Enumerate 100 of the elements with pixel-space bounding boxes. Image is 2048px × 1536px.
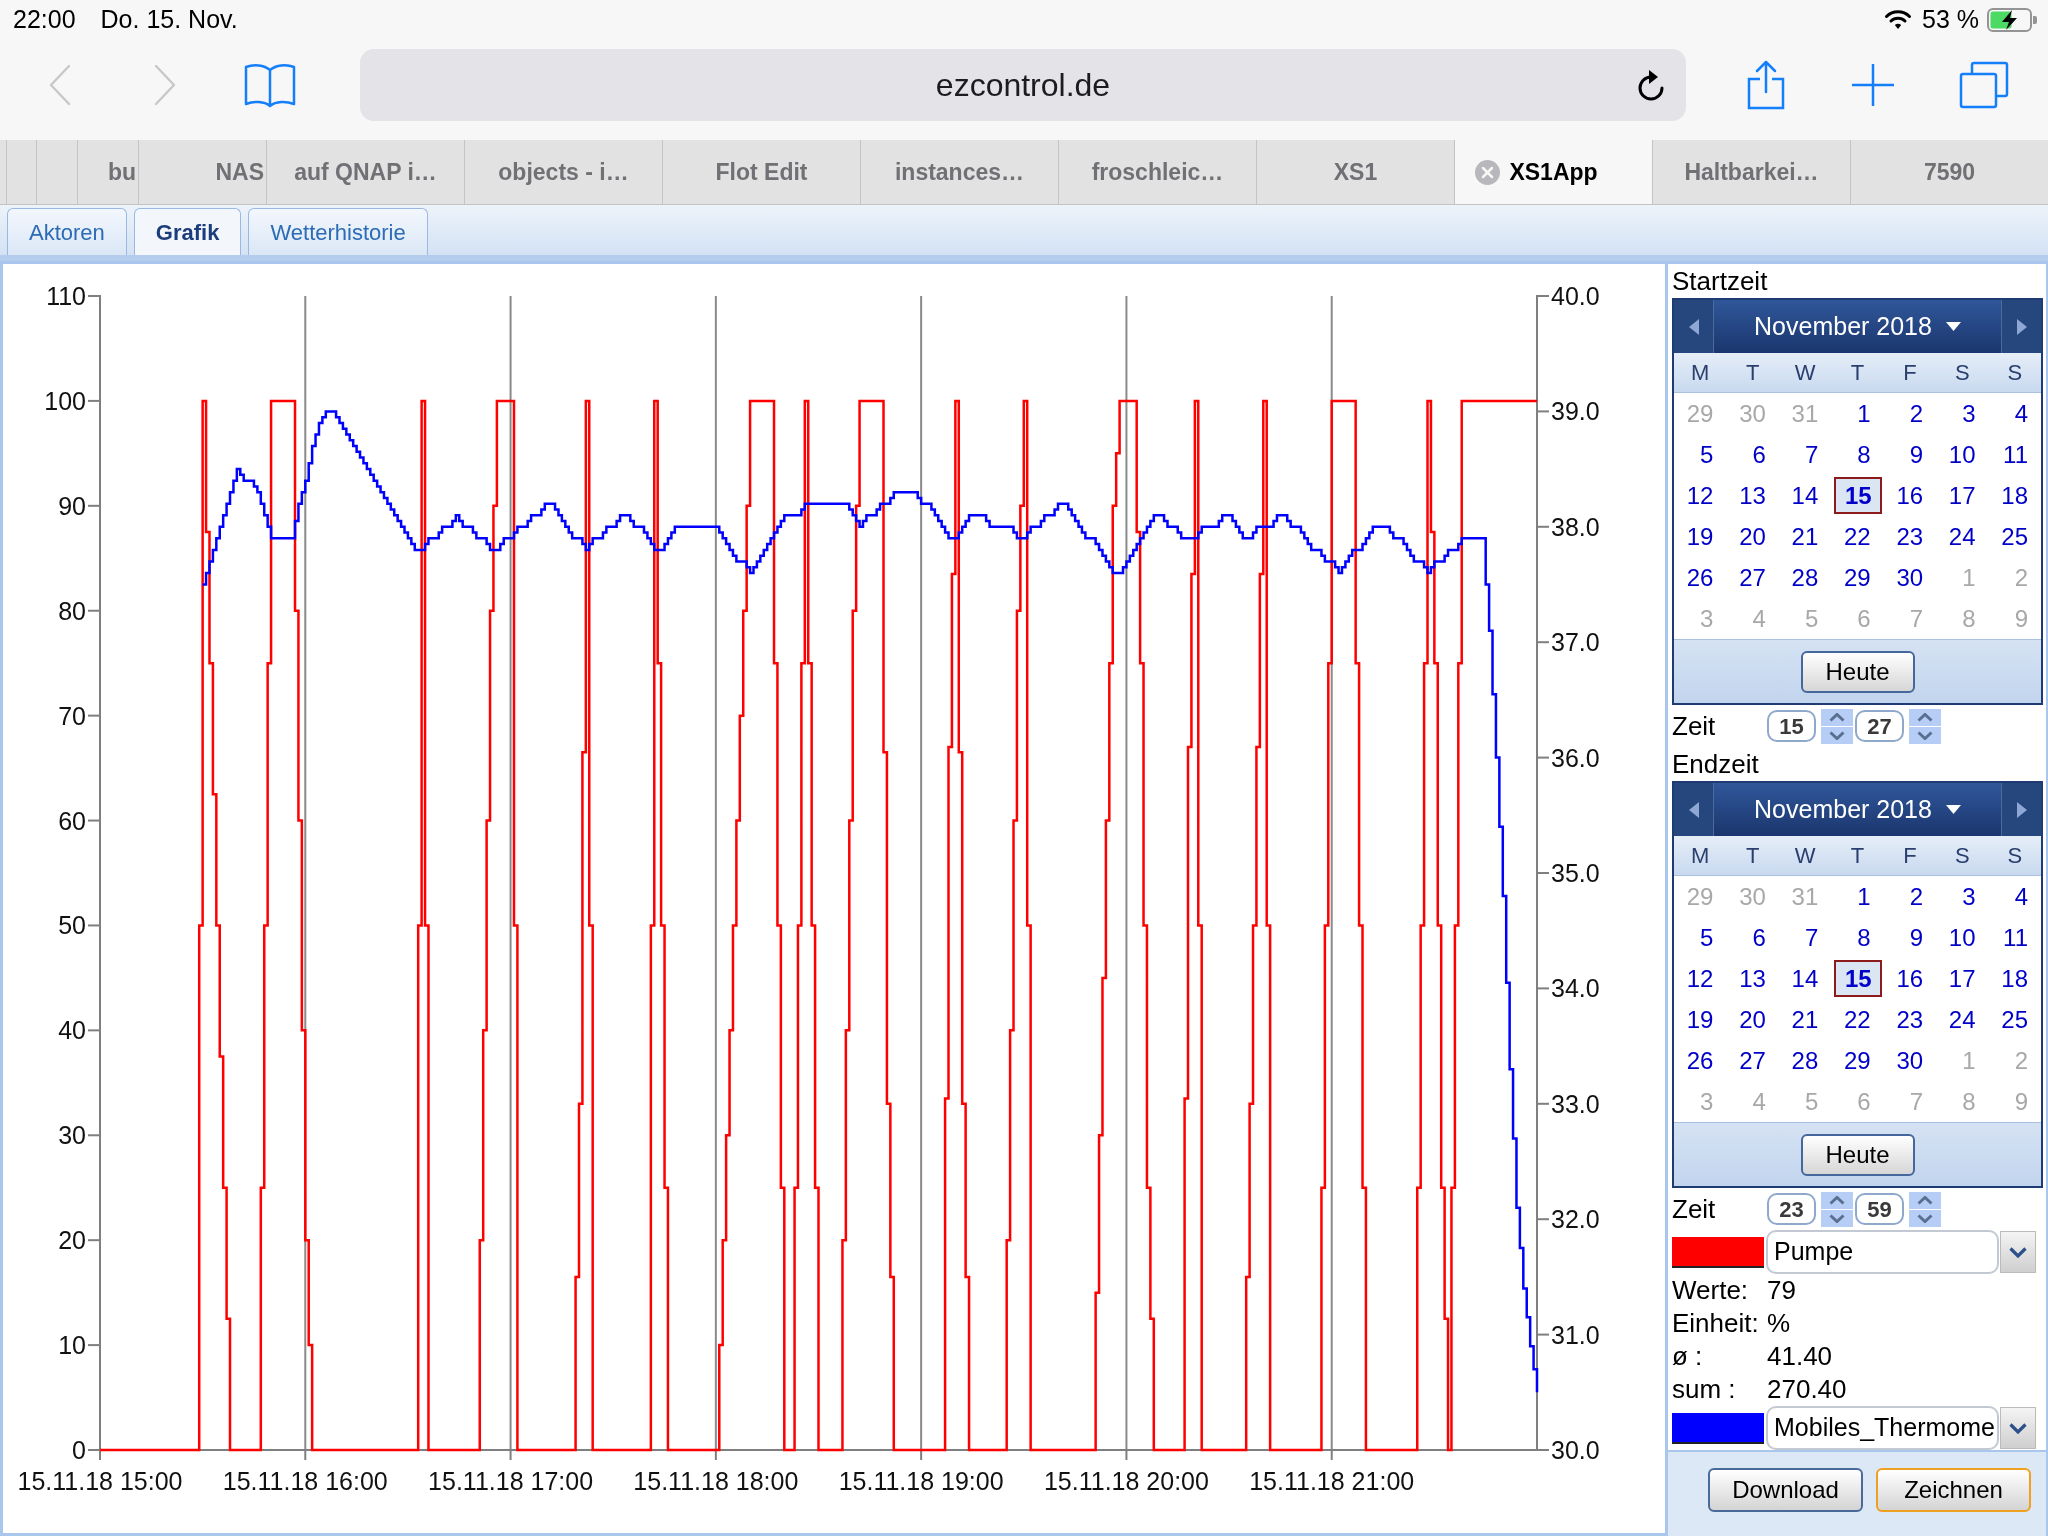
calendar-day[interactable]: 11 — [2003, 436, 2028, 473]
calendar-day[interactable]: 15 — [1833, 960, 1882, 997]
calendar-day[interactable]: 3 — [1962, 395, 1976, 432]
panel-button[interactable]: Download — [1708, 1468, 1863, 1512]
calendar-day[interactable]: 16 — [1896, 477, 1924, 514]
today-button[interactable]: Heute — [1800, 650, 1915, 693]
calendar-day[interactable]: 18 — [2001, 477, 2028, 514]
next-month-button[interactable] — [2001, 783, 2041, 836]
calendar-day[interactable]: 20 — [1739, 1001, 1766, 1038]
calendar-day[interactable]: 12 — [1686, 477, 1714, 514]
calendar-day[interactable]: 17 — [1948, 477, 1976, 514]
calendar-day[interactable]: 9 — [1909, 919, 1924, 956]
calendar-day[interactable]: 30 — [1896, 1042, 1924, 1079]
browser-tab[interactable]: objects - i… — [464, 140, 662, 204]
panel-button[interactable]: Zeichnen — [1876, 1468, 2031, 1512]
calendar-day[interactable]: 2 — [1909, 878, 1924, 915]
decrement-button[interactable] — [1821, 726, 1853, 744]
increment-button[interactable] — [1909, 1191, 1941, 1209]
calendar-day[interactable]: 24 — [1948, 1001, 1976, 1038]
calendar-day[interactable]: 6 — [1752, 436, 1766, 473]
calendar-day[interactable]: 14 — [1791, 477, 1819, 514]
calendar-day[interactable]: 21 — [1791, 518, 1819, 555]
hour-field[interactable]: 23 — [1767, 1193, 1816, 1225]
dropdown-button[interactable] — [2000, 1407, 2036, 1449]
calendar-day[interactable]: 23 — [1896, 518, 1924, 555]
calendar-day[interactable]: 19 — [1686, 1001, 1714, 1038]
calendar-day[interactable]: 2 — [1909, 395, 1924, 432]
increment-button[interactable] — [1909, 708, 1941, 726]
calendar-day[interactable]: 22 — [1844, 1001, 1871, 1038]
share-icon[interactable] — [1746, 60, 1786, 110]
browser-tab[interactable]: bu — [77, 140, 138, 204]
calendar-day[interactable]: 17 — [1948, 960, 1976, 997]
calendar-day[interactable]: 7 — [1804, 919, 1819, 956]
calendar-day[interactable]: 30 — [1896, 559, 1924, 596]
calendar-day[interactable]: 28 — [1791, 1042, 1819, 1079]
browser-tab[interactable]: Haltbarkei… — [1652, 140, 1850, 204]
dropdown-button[interactable] — [2000, 1231, 2036, 1273]
calendar-day[interactable]: 24 — [1948, 518, 1976, 555]
calendar-day[interactable]: 8 — [1857, 436, 1871, 473]
month-dropdown[interactable]: November 2018 — [1714, 783, 2001, 836]
calendar-day[interactable]: 7 — [1804, 436, 1819, 473]
app-tab[interactable]: Grafik — [133, 208, 242, 255]
browser-tab[interactable]: XS1App — [1454, 140, 1652, 204]
calendar-day[interactable]: 10 — [1948, 436, 1976, 473]
increment-button[interactable] — [1821, 1191, 1853, 1209]
calendar-day[interactable]: 5 — [1700, 436, 1714, 473]
calendar-day[interactable]: 4 — [2014, 395, 2028, 432]
calendar-day[interactable]: 27 — [1739, 559, 1766, 596]
reload-icon[interactable] — [1636, 68, 1666, 102]
browser-tab[interactable]: instances… — [860, 140, 1058, 204]
today-button[interactable]: Heute — [1800, 1133, 1915, 1176]
calendar-day[interactable]: 3 — [1962, 878, 1976, 915]
minute-field[interactable]: 27 — [1855, 710, 1904, 742]
calendar-day[interactable]: 10 — [1948, 919, 1976, 956]
squares-icon[interactable] — [1959, 61, 2009, 109]
previous-month-button[interactable] — [1674, 300, 1714, 353]
month-dropdown[interactable]: November 2018 — [1714, 300, 2001, 353]
calendar-day[interactable]: 18 — [2001, 960, 2028, 997]
calendar-day[interactable]: 9 — [1909, 436, 1924, 473]
calendar-day[interactable]: 14 — [1791, 960, 1819, 997]
calendar-day[interactable]: 13 — [1739, 477, 1766, 514]
minute-field[interactable]: 59 — [1855, 1193, 1904, 1225]
next-month-button[interactable] — [2001, 300, 2041, 353]
decrement-button[interactable] — [1821, 1209, 1853, 1227]
calendar-day[interactable]: 28 — [1791, 559, 1819, 596]
calendar-day[interactable]: 25 — [2001, 1001, 2028, 1038]
calendar-day[interactable]: 29 — [1844, 559, 1871, 596]
calendar-day[interactable]: 12 — [1686, 960, 1714, 997]
calendar-day[interactable]: 1 — [1857, 395, 1871, 432]
calendar-day[interactable]: 20 — [1739, 518, 1766, 555]
calendar-day[interactable]: 5 — [1700, 919, 1714, 956]
calendar-day[interactable]: 26 — [1686, 559, 1714, 596]
previous-month-button[interactable] — [1674, 783, 1714, 836]
app-tab[interactable]: Wetterhistorie — [248, 208, 428, 255]
decrement-button[interactable] — [1909, 726, 1941, 744]
plus-icon[interactable] — [1851, 63, 1895, 107]
calendar-day[interactable]: 11 — [2003, 919, 2028, 956]
calendar-day[interactable]: 1 — [1857, 878, 1871, 915]
calendar-day[interactable]: 29 — [1844, 1042, 1871, 1079]
calendar-day[interactable]: 21 — [1791, 1001, 1819, 1038]
calendar-day[interactable]: 23 — [1896, 1001, 1924, 1038]
address-field[interactable]: ezcontrol.de — [360, 49, 1686, 121]
calendar-day[interactable]: 19 — [1686, 518, 1714, 555]
calendar-day[interactable]: 15 — [1833, 477, 1882, 514]
browser-tab[interactable]: NAS — [138, 140, 266, 204]
browser-tab[interactable]: auf QNAP i… — [266, 140, 464, 204]
calendar-day[interactable]: 25 — [2001, 518, 2028, 555]
browser-tab[interactable]: Flot Edit — [662, 140, 860, 204]
series-dropdown[interactable]: Mobiles_Thermome — [1766, 1406, 1999, 1450]
calendar-day[interactable]: 6 — [1752, 919, 1766, 956]
series-dropdown[interactable]: Pumpe — [1766, 1230, 1999, 1274]
browser-tab[interactable]: froschleic… — [1058, 140, 1256, 204]
calendar-day[interactable]: 16 — [1896, 960, 1924, 997]
book-icon[interactable] — [244, 62, 296, 108]
calendar-day[interactable]: 8 — [1857, 919, 1871, 956]
calendar-day[interactable]: 4 — [2014, 878, 2028, 915]
increment-button[interactable] — [1821, 708, 1853, 726]
browser-tab[interactable]: 7590 — [1850, 140, 2048, 204]
calendar-day[interactable]: 27 — [1739, 1042, 1766, 1079]
hour-field[interactable]: 15 — [1767, 710, 1816, 742]
